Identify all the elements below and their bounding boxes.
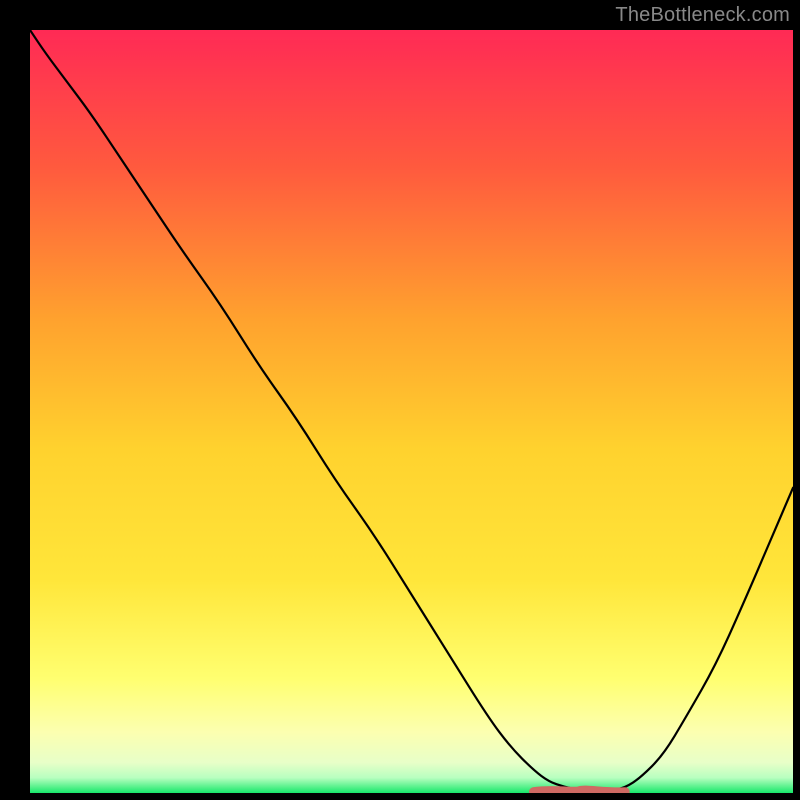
chart-stage: TheBottleneck.com [0,0,800,800]
bottleneck-chart [0,0,800,800]
watermark-text: TheBottleneck.com [615,4,790,27]
minimum-marker [534,790,626,792]
gradient-plot-area [30,30,793,793]
